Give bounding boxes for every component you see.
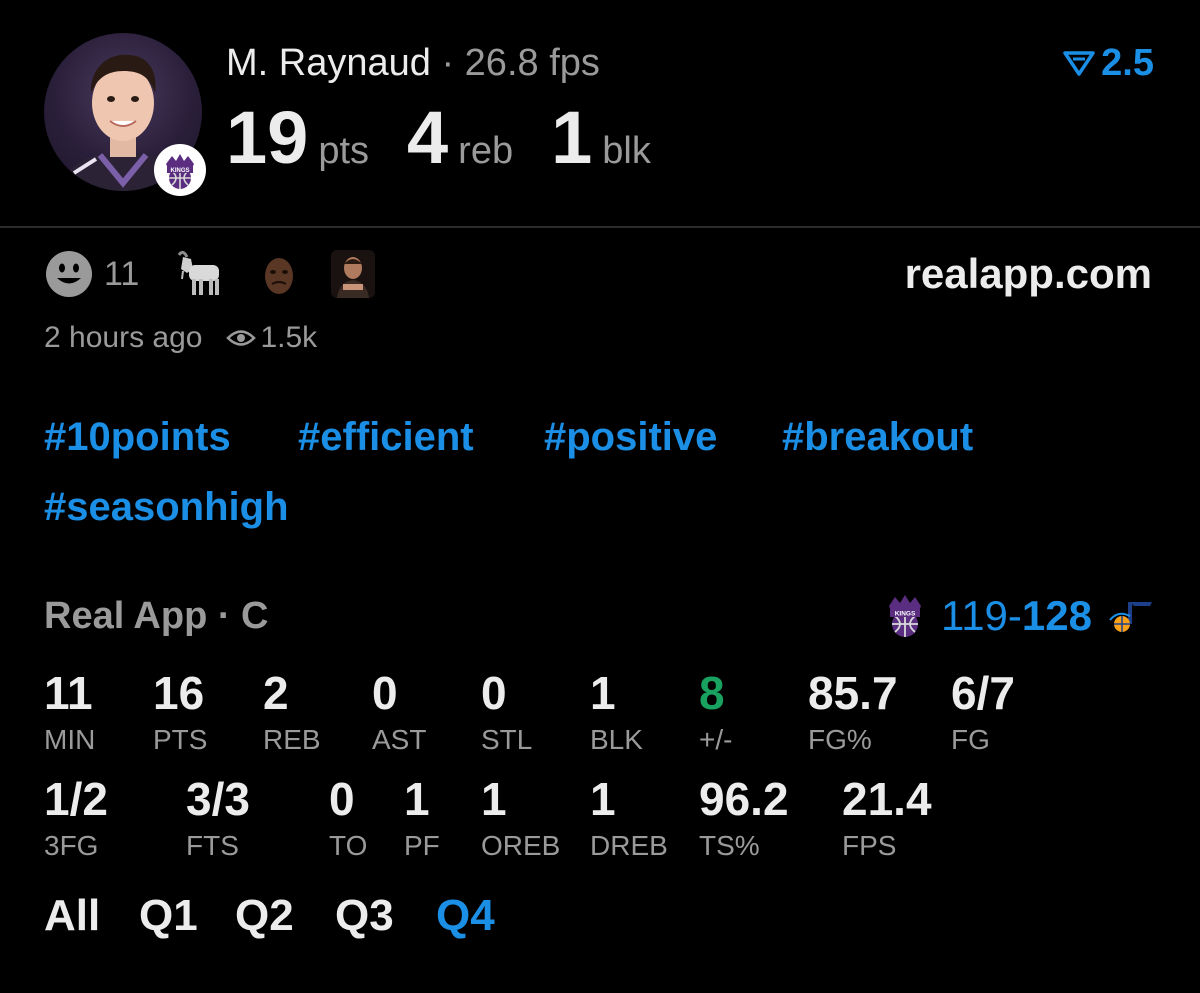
stat-dreb-label: DREB xyxy=(590,830,668,861)
player-reaction-image-icon[interactable] xyxy=(331,250,376,298)
kings-logo-icon: KINGS xyxy=(888,595,921,637)
stat-ts-pct-value: 96.2 xyxy=(699,773,789,825)
hashtag-positive[interactable]: #positive xyxy=(544,412,717,462)
time-ago: 2 hours ago xyxy=(44,321,203,354)
tab-q3[interactable]: Q3 xyxy=(335,888,394,944)
hashtag-efficient[interactable]: #efficient xyxy=(298,412,474,462)
stat-blk-label: BLK xyxy=(590,724,643,755)
boost-triangle-icon xyxy=(1063,51,1095,76)
stat-to-value: 0 xyxy=(329,773,355,825)
stat-blk-value: 1 xyxy=(590,667,616,719)
stat-fg-label: FG xyxy=(951,724,990,755)
smiley-count: 11 xyxy=(104,254,140,293)
tab-q1[interactable]: Q1 xyxy=(139,888,198,944)
score-home: 119 xyxy=(940,592,1008,639)
headline-rebounds: 4 xyxy=(407,96,449,179)
stat-oreb-value: 1 xyxy=(481,773,507,825)
tab-q4[interactable]: Q4 xyxy=(436,888,495,944)
stat-ast-value: 0 xyxy=(372,667,398,719)
jazz-logo-icon xyxy=(1109,602,1152,632)
stat-3fg-value: 1/2 xyxy=(44,773,108,825)
stat-pts-label: PTS xyxy=(153,724,208,755)
stat-fg-pct-value: 85.7 xyxy=(808,667,898,719)
stat-min-label: MIN xyxy=(44,724,96,755)
stat-plus-minus-label: +/- xyxy=(699,724,733,755)
reactions-row: 11 xyxy=(44,248,376,300)
stat-ts-pct-label: TS% xyxy=(699,830,760,861)
score-away: 128 xyxy=(1021,592,1092,639)
player-fps: 26.8 fps xyxy=(464,42,600,84)
headline-stats: 19 pts 4 reb 1 blk xyxy=(226,96,689,180)
stat-plus-minus-value: 8 xyxy=(699,667,725,719)
stat-stl-value: 0 xyxy=(481,667,507,719)
boost-indicator[interactable]: 2.5 xyxy=(1063,40,1154,86)
kings-logo-badge: KINGS xyxy=(154,144,206,196)
stat-reb-value: 2 xyxy=(263,667,289,719)
player-header: M. Raynaud · 26.8 fps xyxy=(226,38,600,88)
stat-fts-label: FTS xyxy=(186,830,239,861)
stat-pf-value: 1 xyxy=(404,773,430,825)
score-dash: - xyxy=(1007,592,1022,639)
stat-fps-label: FPS xyxy=(842,830,897,861)
headline-rebounds-unit: reb xyxy=(458,130,514,172)
stat-stl-label: STL xyxy=(481,724,533,755)
headline-blocks-unit: blk xyxy=(602,130,651,172)
svg-text:KINGS: KINGS xyxy=(170,168,189,174)
headline-blocks: 1 xyxy=(551,96,593,179)
game-score[interactable]: KINGS 119 - 128 xyxy=(883,590,1154,642)
crying-jordan-reaction-icon[interactable] xyxy=(257,250,301,298)
stat-to-label: TO xyxy=(329,830,368,861)
stat-fts-value: 3/3 xyxy=(186,773,250,825)
hashtag-seasonhigh[interactable]: #seasonhigh xyxy=(44,482,289,532)
stat-oreb-label: OREB xyxy=(481,830,561,861)
headline-points: 19 xyxy=(226,96,309,179)
stat-ast-label: AST xyxy=(372,724,427,755)
hashtag-10points[interactable]: #10points xyxy=(44,412,231,462)
tab-q2[interactable]: Q2 xyxy=(235,888,294,944)
svg-text:KINGS: KINGS xyxy=(895,611,916,618)
hashtag-breakout[interactable]: #breakout xyxy=(782,412,973,462)
stat-3fg-label: 3FG xyxy=(44,830,99,861)
stat-pts-value: 16 xyxy=(153,667,205,719)
stat-dreb-value: 1 xyxy=(590,773,616,825)
goat-emoji-icon[interactable] xyxy=(173,249,227,299)
header-divider xyxy=(0,226,1200,228)
kings-logo-icon: KINGS xyxy=(166,154,194,189)
tab-all[interactable]: All xyxy=(44,888,100,944)
stat-fps-value: 21.4 xyxy=(842,773,932,825)
player-name[interactable]: M. Raynaud xyxy=(226,42,431,84)
boost-value: 2.5 xyxy=(1101,42,1154,84)
stat-min-value: 11 xyxy=(44,667,93,719)
smiley-icon[interactable] xyxy=(44,249,94,299)
site-link[interactable]: realapp.com xyxy=(905,248,1152,300)
stat-source: Real App · C xyxy=(44,595,269,637)
stat-fg-pct-label: FG% xyxy=(808,724,872,755)
stat-pf-label: PF xyxy=(404,830,440,861)
view-count: 1.5k xyxy=(260,321,318,354)
name-separator: · xyxy=(441,42,455,84)
eye-icon xyxy=(202,327,260,349)
stat-fg-value: 6/7 xyxy=(951,667,1015,719)
headline-points-unit: pts xyxy=(318,130,370,172)
post-meta: 2 hours ago 1.5k xyxy=(44,318,317,358)
stat-reb-label: REB xyxy=(263,724,321,755)
